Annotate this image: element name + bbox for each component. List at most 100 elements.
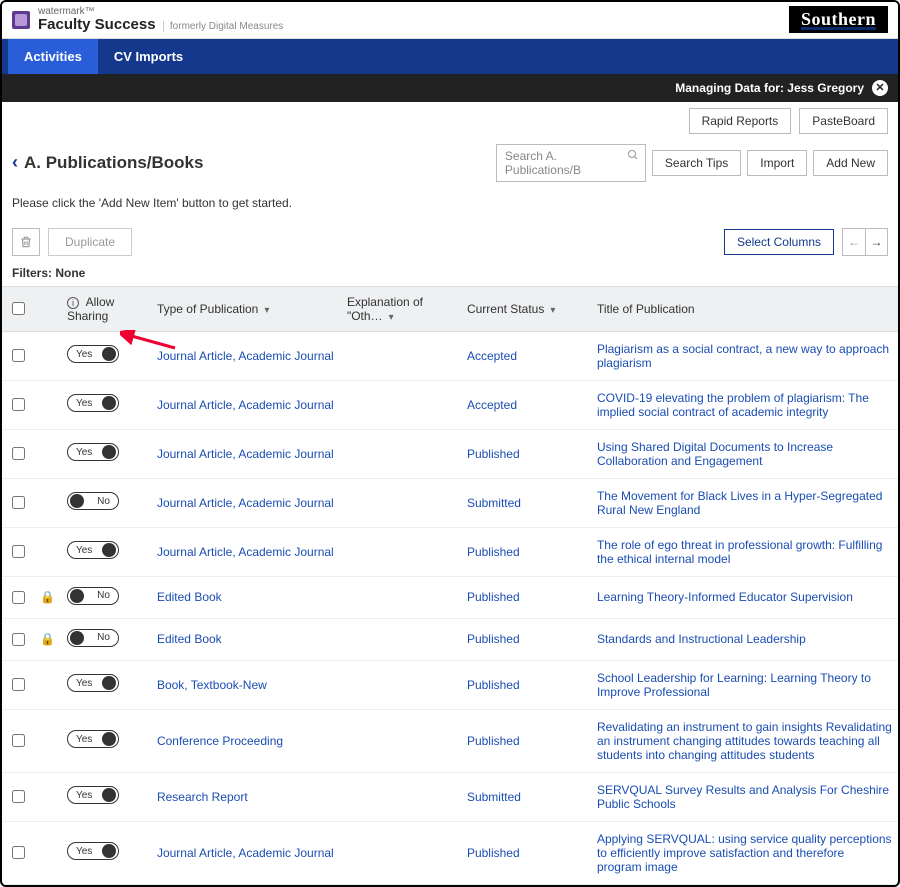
- back-chevron-icon[interactable]: ‹: [12, 152, 18, 173]
- publication-title-link[interactable]: SERVQUAL Survey Results and Analysis For…: [597, 783, 889, 811]
- status-link[interactable]: Submitted: [467, 496, 521, 510]
- search-tips-button[interactable]: Search Tips: [652, 150, 741, 176]
- nav-cv-imports[interactable]: CV Imports: [98, 39, 199, 74]
- allow-sharing-toggle[interactable]: Yes: [67, 443, 119, 461]
- toggle-label: Yes: [76, 447, 92, 458]
- close-context-button[interactable]: ✕: [872, 80, 888, 96]
- allow-sharing-toggle[interactable]: Yes: [67, 842, 119, 860]
- rapid-reports-button[interactable]: Rapid Reports: [689, 108, 792, 134]
- table-row: 🔒NoEdited BookPublishedStandards and Ins…: [2, 618, 898, 660]
- status-link[interactable]: Published: [467, 447, 520, 461]
- context-bar: Managing Data for: Jess Gregory ✕: [2, 74, 898, 102]
- info-icon[interactable]: i: [67, 297, 79, 309]
- col-allow-sharing[interactable]: i Allow Sharing: [61, 286, 151, 331]
- publication-title-link[interactable]: The Movement for Black Lives in a Hyper-…: [597, 489, 882, 517]
- publication-type-link[interactable]: Journal Article, Academic Journal: [157, 545, 334, 559]
- instruction-text: Please click the 'Add New Item' button t…: [2, 192, 898, 224]
- nav-activities[interactable]: Activities: [8, 39, 98, 74]
- allow-sharing-toggle[interactable]: Yes: [67, 345, 119, 363]
- row-checkbox[interactable]: [12, 790, 25, 803]
- row-checkbox[interactable]: [12, 734, 25, 747]
- page-title: A. Publications/Books: [24, 153, 203, 173]
- status-link[interactable]: Published: [467, 545, 520, 559]
- table-row: 🔒NoEdited BookPublishedLearning Theory-I…: [2, 576, 898, 618]
- publication-title-link[interactable]: Applying SERVQUAL: using service quality…: [597, 832, 892, 874]
- add-new-button[interactable]: Add New: [813, 150, 888, 176]
- filters-label: Filters: None: [2, 260, 898, 286]
- publication-type-link[interactable]: Journal Article, Academic Journal: [157, 349, 334, 363]
- status-link[interactable]: Published: [467, 632, 520, 646]
- publication-type-link[interactable]: Book, Textbook-New: [157, 678, 267, 692]
- toggle-label: No: [97, 632, 110, 643]
- search-placeholder: Search A. Publications/B: [505, 149, 581, 177]
- allow-sharing-toggle[interactable]: Yes: [67, 674, 119, 692]
- publication-type-link[interactable]: Journal Article, Academic Journal: [157, 447, 334, 461]
- table-row: Yes Research Report Submitted SERVQUAL Surv…: [2, 772, 898, 821]
- table-row: Yes Conference Proceeding Published Revalid…: [2, 709, 898, 772]
- col-type[interactable]: Type of Publication▾: [151, 286, 341, 331]
- publication-title-link[interactable]: The role of ego threat in professional g…: [597, 538, 883, 566]
- delete-button[interactable]: [12, 228, 40, 256]
- status-link[interactable]: Published: [467, 846, 520, 860]
- publication-type-link[interactable]: Journal Article, Academic Journal: [157, 846, 334, 860]
- status-link[interactable]: Published: [467, 590, 520, 604]
- publication-type-link[interactable]: Journal Article, Academic Journal: [157, 496, 334, 510]
- publications-table: i Allow Sharing Type of Publication▾ Exp…: [2, 286, 898, 885]
- row-checkbox[interactable]: [12, 496, 25, 509]
- row-checkbox[interactable]: [12, 678, 25, 691]
- allow-sharing-toggle[interactable]: Yes: [67, 394, 119, 412]
- publication-type-link[interactable]: Research Report: [157, 790, 248, 804]
- row-checkbox[interactable]: [12, 349, 25, 362]
- status-link[interactable]: Accepted: [467, 398, 517, 412]
- status-link[interactable]: Submitted: [467, 790, 521, 804]
- chevron-down-icon: ▾: [389, 312, 394, 323]
- prev-page-button[interactable]: ←: [843, 229, 865, 255]
- pasteboard-button[interactable]: PasteBoard: [799, 108, 888, 134]
- row-checkbox[interactable]: [12, 447, 25, 460]
- publication-title-link[interactable]: School Leadership for Learning: Learning…: [597, 671, 871, 699]
- allow-sharing-toggle[interactable]: No: [67, 492, 119, 510]
- row-checkbox[interactable]: [12, 846, 25, 859]
- status-link[interactable]: Published: [467, 734, 520, 748]
- table-row: Yes Book, Textbook-New Published School Lea…: [2, 660, 898, 709]
- next-page-button[interactable]: →: [865, 229, 887, 255]
- publication-title-link[interactable]: Using Shared Digital Documents to Increa…: [597, 440, 833, 468]
- row-checkbox[interactable]: [12, 545, 25, 558]
- table-row: Yes Journal Article, Academic Journal Acce…: [2, 331, 898, 380]
- publication-title-link[interactable]: Plagiarism as a social contract, a new w…: [597, 342, 889, 370]
- toggle-label: Yes: [76, 790, 92, 801]
- col-title[interactable]: Title of Publication: [591, 286, 898, 331]
- publication-title-link[interactable]: Learning Theory-Informed Educator Superv…: [597, 590, 853, 604]
- col-status[interactable]: Current Status▾: [461, 286, 591, 331]
- allow-sharing-toggle[interactable]: Yes: [67, 786, 119, 804]
- duplicate-button[interactable]: Duplicate: [48, 228, 132, 256]
- search-input[interactable]: Search A. Publications/B: [496, 144, 646, 182]
- allow-sharing-toggle[interactable]: No: [67, 629, 119, 647]
- chevron-down-icon: ▾: [264, 305, 269, 316]
- toggle-label: Yes: [76, 349, 92, 360]
- publication-type-link[interactable]: Conference Proceeding: [157, 734, 283, 748]
- toggle-label: Yes: [76, 398, 92, 409]
- publication-title-link[interactable]: Standards and Instructional Leadership: [597, 632, 806, 646]
- row-checkbox[interactable]: [12, 398, 25, 411]
- select-columns-button[interactable]: Select Columns: [724, 229, 834, 255]
- col-explanation[interactable]: Explanation of "Oth…▾: [341, 286, 461, 331]
- allow-sharing-toggle[interactable]: Yes: [67, 730, 119, 748]
- allow-sharing-toggle[interactable]: Yes: [67, 541, 119, 559]
- select-all-checkbox[interactable]: [12, 302, 25, 315]
- allow-sharing-toggle[interactable]: No: [67, 587, 119, 605]
- status-link[interactable]: Accepted: [467, 349, 517, 363]
- import-button[interactable]: Import: [747, 150, 807, 176]
- publication-type-link[interactable]: Edited Book: [157, 632, 222, 646]
- publication-title-link[interactable]: COVID-19 elevating the problem of plagia…: [597, 391, 869, 419]
- publication-type-link[interactable]: Journal Article, Academic Journal: [157, 398, 334, 412]
- row-checkbox[interactable]: [12, 591, 25, 604]
- toggle-label: No: [97, 590, 110, 601]
- row-checkbox[interactable]: [12, 633, 25, 646]
- status-link[interactable]: Published: [467, 678, 520, 692]
- primary-nav: Activities CV Imports: [2, 39, 898, 74]
- table-row: Yes Journal Article, Academic Journal Publ…: [2, 429, 898, 478]
- publication-title-link[interactable]: Revalidating an instrument to gain insig…: [597, 720, 892, 762]
- publication-type-link[interactable]: Edited Book: [157, 590, 222, 604]
- table-row: No Journal Article, Academic Journal Submi…: [2, 478, 898, 527]
